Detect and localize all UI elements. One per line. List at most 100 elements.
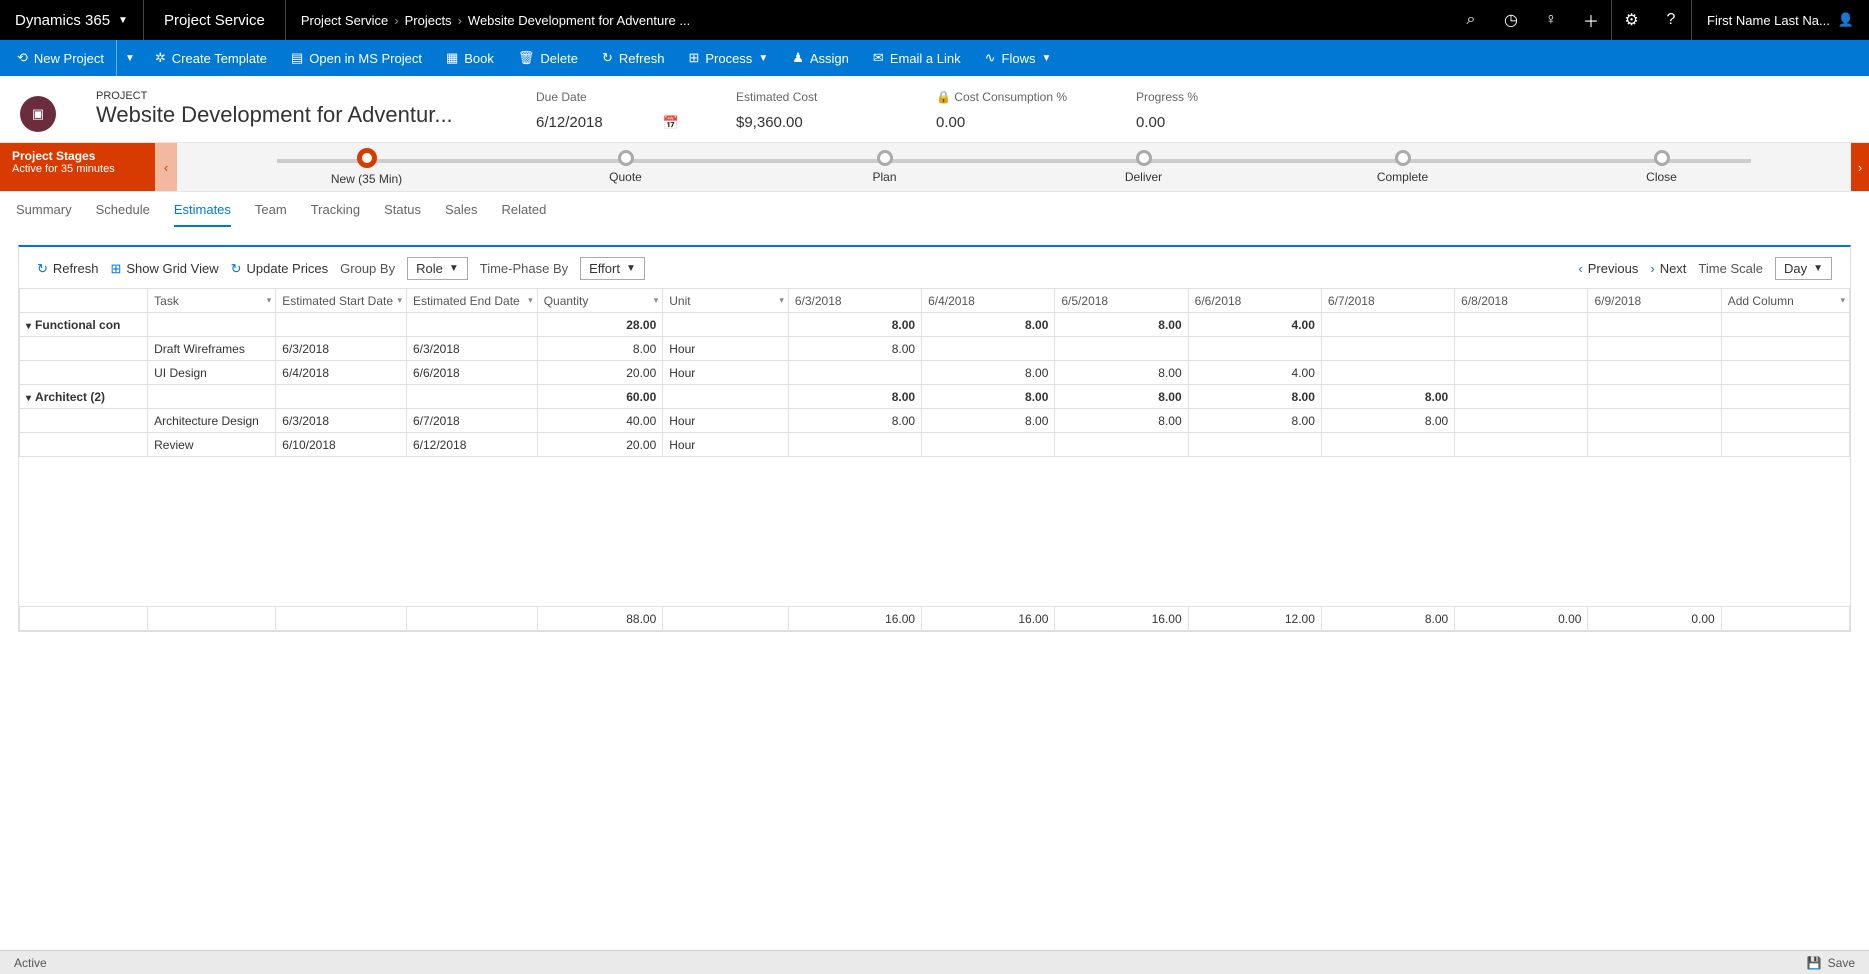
cell[interactable]	[1588, 433, 1721, 457]
new-project-dropdown[interactable]: ▼	[116, 40, 143, 76]
cell[interactable]	[1321, 433, 1454, 457]
cell[interactable]: 20.00	[537, 433, 663, 457]
cell[interactable]: Hour	[663, 409, 789, 433]
stage-next-arrow[interactable]: ›	[1851, 143, 1869, 191]
cell[interactable]: 8.00	[1188, 409, 1321, 433]
user-menu[interactable]: First Name Last Na... 👤	[1691, 0, 1869, 40]
cell[interactable]	[1588, 409, 1721, 433]
cell[interactable]: 8.00	[922, 409, 1055, 433]
tab-schedule[interactable]: Schedule	[96, 202, 150, 227]
cell[interactable]: 8.00	[1055, 361, 1188, 385]
group-by-select[interactable]: Role▼	[407, 257, 468, 280]
time-scale-select[interactable]: Day▼	[1775, 257, 1832, 280]
cell[interactable]	[1455, 433, 1588, 457]
cell[interactable]: 4.00	[1188, 361, 1321, 385]
refresh-button[interactable]: ↻Refresh	[590, 40, 676, 76]
cell[interactable]: 6/6/2018	[406, 361, 537, 385]
cell[interactable]	[1588, 361, 1721, 385]
tab-team[interactable]: Team	[255, 202, 287, 227]
tab-related[interactable]: Related	[501, 202, 546, 227]
cell[interactable]: 6/3/2018	[276, 337, 407, 361]
save-icon[interactable]: 💾	[1807, 956, 1822, 970]
col-end-date[interactable]: Estimated End Date▾	[406, 289, 537, 313]
cell[interactable]	[1188, 337, 1321, 361]
stage-new[interactable]: New (35 Min)	[237, 148, 496, 186]
col-date[interactable]: 6/7/2018	[1321, 289, 1454, 313]
app-name[interactable]: Project Service	[144, 0, 286, 40]
cell[interactable]: Review	[148, 433, 276, 457]
delete-button[interactable]: 🗑Delete	[506, 40, 590, 76]
table-row[interactable]: UI Design 6/4/2018 6/6/2018 20.00 Hour 8…	[20, 361, 1850, 385]
cell[interactable]: 8.00	[922, 361, 1055, 385]
cell[interactable]: 8.00	[537, 337, 663, 361]
cell[interactable]: Architecture Design	[148, 409, 276, 433]
show-grid-view-button[interactable]: ⊞Show Grid View	[110, 261, 218, 277]
stage-plan[interactable]: Plan	[755, 150, 1014, 184]
cell[interactable]: 8.00	[1055, 409, 1188, 433]
process-button[interactable]: ⊞Process▼	[676, 40, 780, 76]
col-date[interactable]: 6/6/2018	[1188, 289, 1321, 313]
timer-icon[interactable]: ◷	[1491, 0, 1531, 40]
help-icon[interactable]: ?	[1651, 0, 1691, 40]
tab-summary[interactable]: Summary	[16, 202, 72, 227]
cell[interactable]	[788, 433, 921, 457]
cell[interactable]: 6/3/2018	[406, 337, 537, 361]
create-template-button[interactable]: ✲Create Template	[143, 40, 279, 76]
group-row[interactable]: ▾Functional con 28.00 8.00 8.00 8.00 4.0…	[20, 313, 1850, 337]
col-unit[interactable]: Unit▾	[663, 289, 789, 313]
col-start-date[interactable]: Estimated Start Date▾	[276, 289, 407, 313]
col-add-column[interactable]: Add Column▾	[1721, 289, 1849, 313]
stage-close[interactable]: Close	[1532, 150, 1791, 184]
cell[interactable]	[1588, 337, 1721, 361]
tab-status[interactable]: Status	[384, 202, 421, 227]
due-date-value[interactable]: 6/12/2018	[536, 114, 603, 131]
cell[interactable]: Draft Wireframes	[148, 337, 276, 361]
next-button[interactable]: ›Next	[1650, 261, 1686, 276]
plus-icon[interactable]: ＋	[1571, 0, 1611, 40]
cell[interactable]	[1055, 337, 1188, 361]
update-prices-button[interactable]: ↻Update Prices	[231, 261, 329, 277]
book-button[interactable]: ▦Book	[434, 40, 506, 76]
group-row[interactable]: ▾Architect (2) 60.00 8.00 8.00 8.00 8.00…	[20, 385, 1850, 409]
col-date[interactable]: 6/5/2018	[1055, 289, 1188, 313]
tab-sales[interactable]: Sales	[445, 202, 478, 227]
save-button[interactable]: Save	[1828, 956, 1855, 970]
col-date[interactable]: 6/9/2018	[1588, 289, 1721, 313]
cell[interactable]: Hour	[663, 433, 789, 457]
collapse-icon[interactable]: ▾	[26, 393, 31, 404]
col-date[interactable]: 6/3/2018	[788, 289, 921, 313]
cell[interactable]	[922, 433, 1055, 457]
col-task[interactable]: Task▾	[148, 289, 276, 313]
cell[interactable]: UI Design	[148, 361, 276, 385]
cell[interactable]	[1055, 433, 1188, 457]
col-date[interactable]: 6/8/2018	[1455, 289, 1588, 313]
stage-quote[interactable]: Quote	[496, 150, 755, 184]
cell[interactable]: 6/10/2018	[276, 433, 407, 457]
cell[interactable]	[1321, 361, 1454, 385]
stage-deliver[interactable]: Deliver	[1014, 150, 1273, 184]
col-quantity[interactable]: Quantity▾	[537, 289, 663, 313]
cell[interactable]	[1188, 433, 1321, 457]
cell[interactable]: 8.00	[788, 337, 921, 361]
brand-menu[interactable]: Dynamics 365 ▼	[0, 0, 144, 40]
cell[interactable]: Hour	[663, 337, 789, 361]
cell[interactable]: 6/4/2018	[276, 361, 407, 385]
table-row[interactable]: Architecture Design 6/3/2018 6/7/2018 40…	[20, 409, 1850, 433]
cell[interactable]	[1321, 337, 1454, 361]
cell[interactable]: 8.00	[788, 409, 921, 433]
cell[interactable]	[1455, 337, 1588, 361]
tab-tracking[interactable]: Tracking	[311, 202, 360, 227]
collapse-icon[interactable]: ▾	[26, 321, 31, 332]
lightbulb-icon[interactable]: ♀	[1531, 0, 1571, 40]
breadcrumb-item[interactable]: Project Service	[301, 13, 388, 28]
email-link-button[interactable]: ✉Email a Link	[861, 40, 973, 76]
stage-status-box[interactable]: Project Stages Active for 35 minutes	[0, 143, 155, 191]
col-date[interactable]: 6/4/2018	[922, 289, 1055, 313]
time-phase-select[interactable]: Effort▼	[580, 257, 645, 280]
assign-button[interactable]: ♟Assign	[780, 40, 861, 76]
cell[interactable]: 40.00	[537, 409, 663, 433]
breadcrumb-item[interactable]: Website Development for Adventure ...	[468, 13, 690, 28]
cell[interactable]: 6/7/2018	[406, 409, 537, 433]
calendar-icon[interactable]: 📅	[663, 115, 679, 131]
new-project-button[interactable]: ⟲ New Project	[5, 40, 116, 76]
